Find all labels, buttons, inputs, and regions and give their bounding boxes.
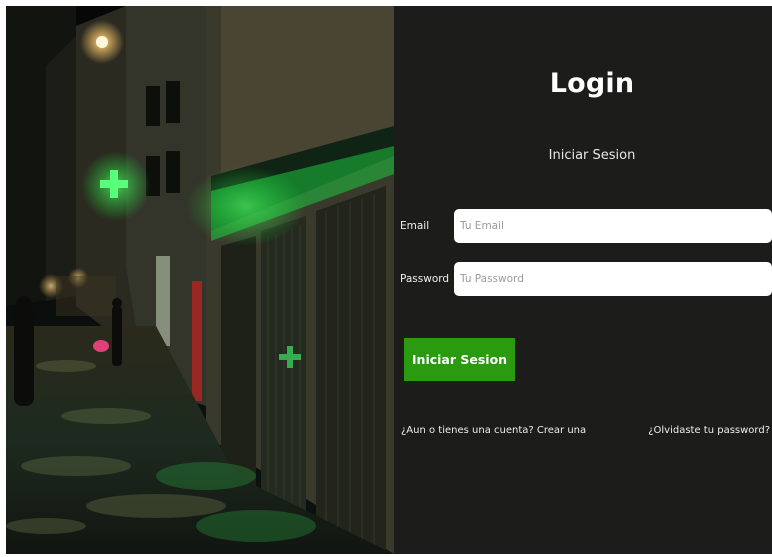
page-title: Login bbox=[549, 68, 635, 99]
night-street-photo bbox=[6, 6, 394, 554]
forgot-password-link[interactable]: ¿Olvidaste tu password? bbox=[648, 425, 770, 436]
email-label: Email bbox=[400, 220, 430, 232]
password-field[interactable] bbox=[454, 262, 772, 296]
signup-link[interactable]: ¿Aun o tienes una cuenta? Crear una bbox=[401, 425, 586, 436]
login-subtitle: Iniciar Sesion bbox=[548, 148, 636, 163]
login-submit-button[interactable]: Iniciar Sesion bbox=[404, 338, 515, 381]
background-photo bbox=[6, 6, 394, 554]
email-field[interactable] bbox=[454, 209, 772, 243]
password-row: Password bbox=[400, 261, 772, 297]
password-label: Password bbox=[400, 273, 450, 285]
email-row: Email bbox=[400, 208, 772, 244]
login-panel: Login Iniciar Sesion Email Password Inic… bbox=[394, 6, 772, 554]
login-page: Login Iniciar Sesion Email Password Inic… bbox=[6, 6, 772, 554]
